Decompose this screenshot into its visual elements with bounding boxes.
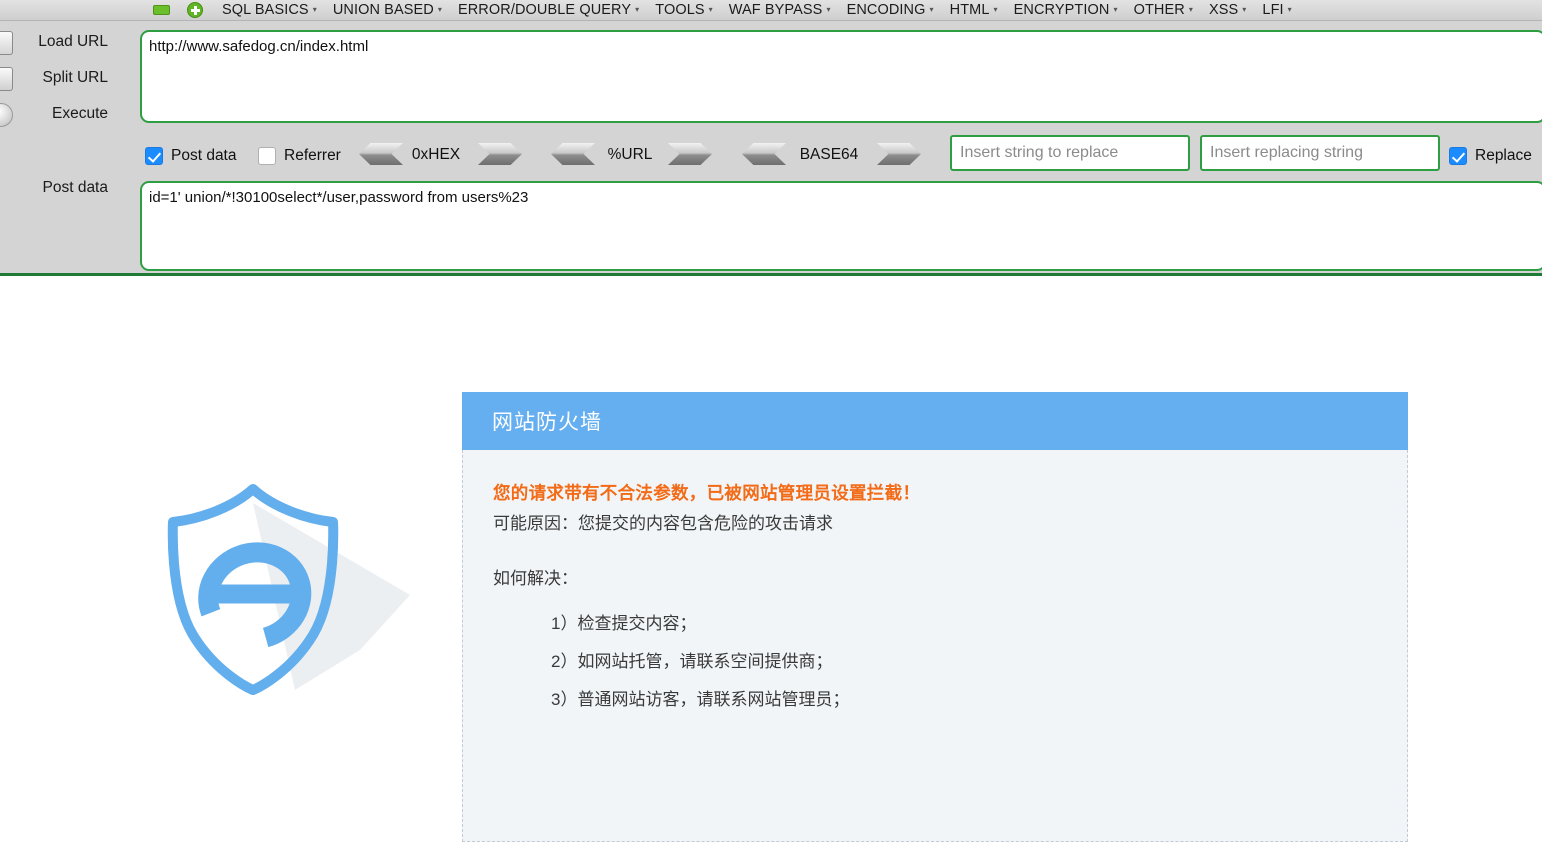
checkbox-indicator xyxy=(258,147,276,165)
chevron-down-icon: ▾ xyxy=(1188,5,1193,14)
howto-step-list: 1）检查提交内容； 2）如网站托管，请联系空间提供商； 3）普通网站访客，请联系… xyxy=(493,605,1407,719)
firewall-card: 网站防火墙 您的请求带有不合法参数，已被网站管理员设置拦截！ 可能原因：您提交的… xyxy=(462,392,1408,842)
minimize-icon[interactable] xyxy=(153,5,170,15)
menu-item-lfi[interactable]: LFI ▾ xyxy=(1262,2,1291,18)
menu-item-xss[interactable]: XSS ▾ xyxy=(1209,2,1246,18)
replace-with-input[interactable] xyxy=(1200,135,1440,171)
split-url-label: Split URL xyxy=(42,69,108,86)
split-url-button[interactable]: Split URL xyxy=(0,66,122,92)
load-url-icon xyxy=(0,31,13,55)
load-url-button[interactable]: Load URL xyxy=(0,30,122,56)
menu-item-encryption[interactable]: ENCRYPTION ▾ xyxy=(1014,2,1118,18)
chevron-down-icon: ▾ xyxy=(826,5,831,14)
chevron-down-icon: ▾ xyxy=(708,5,713,14)
hex-label: 0xHEX xyxy=(411,146,461,163)
post-data-input[interactable]: id=1' union/*!30100select*/user,password… xyxy=(140,181,1542,271)
referrer-checkbox-label: Referrer xyxy=(284,147,341,164)
add-icon[interactable] xyxy=(187,2,203,18)
page-title: 网站防火墙 xyxy=(492,411,602,434)
chevron-down-icon: ▾ xyxy=(635,5,640,14)
menu-label: OTHER xyxy=(1133,2,1185,18)
base64-encode-button[interactable] xyxy=(877,143,921,165)
base64-label: BASE64 xyxy=(799,146,859,163)
split-url-icon xyxy=(0,67,13,91)
checkbox-indicator xyxy=(1449,147,1467,165)
menu-item-union-based[interactable]: UNION BASED ▾ xyxy=(333,2,442,18)
howto-heading: 如何解决： xyxy=(493,569,578,588)
replace-checkbox[interactable]: Replace xyxy=(1449,144,1532,168)
replace-search-input[interactable] xyxy=(950,135,1190,171)
menu-label: UNION BASED xyxy=(332,2,434,18)
menu-label: ENCODING xyxy=(846,2,926,18)
menu-label: HTML xyxy=(949,2,990,18)
chevron-down-icon: ▾ xyxy=(1287,5,1292,14)
base64-decode-button[interactable] xyxy=(742,143,786,165)
list-item: 3）普通网站访客，请联系网站管理员； xyxy=(551,690,850,709)
chevron-down-icon: ▾ xyxy=(1242,5,1247,14)
menu-label: ENCRYPTION xyxy=(1013,2,1110,18)
referrer-checkbox[interactable]: Referrer xyxy=(258,144,341,168)
menu-item-error-double-query[interactable]: ERROR/DOUBLE QUERY ▾ xyxy=(458,2,639,18)
post-data-label: Post data xyxy=(42,179,109,196)
hex-encode-button[interactable] xyxy=(478,143,522,165)
list-item: 1）检查提交内容； xyxy=(551,614,697,633)
execute-icon xyxy=(0,103,13,127)
hackbar-menubar: SQL BASICS ▾ UNION BASED ▾ ERROR/DOUBLE QU… xyxy=(0,0,1542,21)
menu-item-html[interactable]: HTML ▾ xyxy=(950,2,998,18)
post-data-checkbox-label: Post data xyxy=(171,147,237,164)
firewall-card-body: 您的请求带有不合法参数，已被网站管理员设置拦截！ 可能原因：您提交的内容包含危险… xyxy=(462,450,1408,842)
block-alert-text: 您的请求带有不合法参数，已被网站管理员设置拦截！ xyxy=(493,483,921,503)
menu-label: WAF BYPASS xyxy=(728,2,823,18)
chevron-down-icon: ▾ xyxy=(993,5,998,14)
url-encode-label: %URL xyxy=(607,146,653,163)
firewall-card-header: 网站防火墙 xyxy=(462,392,1408,450)
list-item: 2）如网站托管，请联系空间提供商； xyxy=(551,652,833,671)
load-url-label: Load URL xyxy=(38,33,108,50)
menu-label: LFI xyxy=(1262,2,1284,18)
url-decode-button[interactable] xyxy=(551,143,595,165)
block-reason-text: 可能原因：您提交的内容包含危险的攻击请求 xyxy=(493,514,833,533)
menu-label: XSS xyxy=(1208,2,1239,18)
menu-item-encoding[interactable]: ENCODING ▾ xyxy=(847,2,934,18)
checkbox-indicator xyxy=(145,147,163,165)
replace-checkbox-label: Replace xyxy=(1475,147,1532,164)
hex-decode-button[interactable] xyxy=(359,143,403,165)
menu-item-sql-basics[interactable]: SQL BASICS ▾ xyxy=(222,2,317,18)
hackbar-panel: SQL BASICS ▾ UNION BASED ▾ ERROR/DOUBLE QU… xyxy=(0,0,1542,276)
execute-button[interactable]: Execute xyxy=(0,102,122,128)
menu-label: ERROR/DOUBLE QUERY xyxy=(457,2,632,18)
execute-label: Execute xyxy=(51,105,108,122)
menu-item-waf-bypass[interactable]: WAF BYPASS ▾ xyxy=(729,2,831,18)
chevron-down-icon: ▾ xyxy=(1113,5,1118,14)
chevron-down-icon: ▾ xyxy=(929,5,934,14)
chevron-down-icon: ▾ xyxy=(437,5,442,14)
firewall-block-page: 网站防火墙 您的请求带有不合法参数，已被网站管理员设置拦截！ 可能原因：您提交的… xyxy=(0,279,1542,844)
post-data-checkbox[interactable]: Post data xyxy=(145,144,237,168)
menu-item-tools[interactable]: TOOLS ▾ xyxy=(655,2,713,18)
url-encode-button[interactable] xyxy=(668,143,712,165)
chevron-down-icon: ▾ xyxy=(312,5,317,14)
shield-e-logo-icon xyxy=(145,475,435,700)
menu-label: TOOLS xyxy=(655,2,705,18)
menu-label: SQL BASICS xyxy=(222,2,309,18)
url-input[interactable]: http://www.safedog.cn/index.html xyxy=(140,30,1542,123)
menu-item-other[interactable]: OTHER ▾ xyxy=(1134,2,1193,18)
